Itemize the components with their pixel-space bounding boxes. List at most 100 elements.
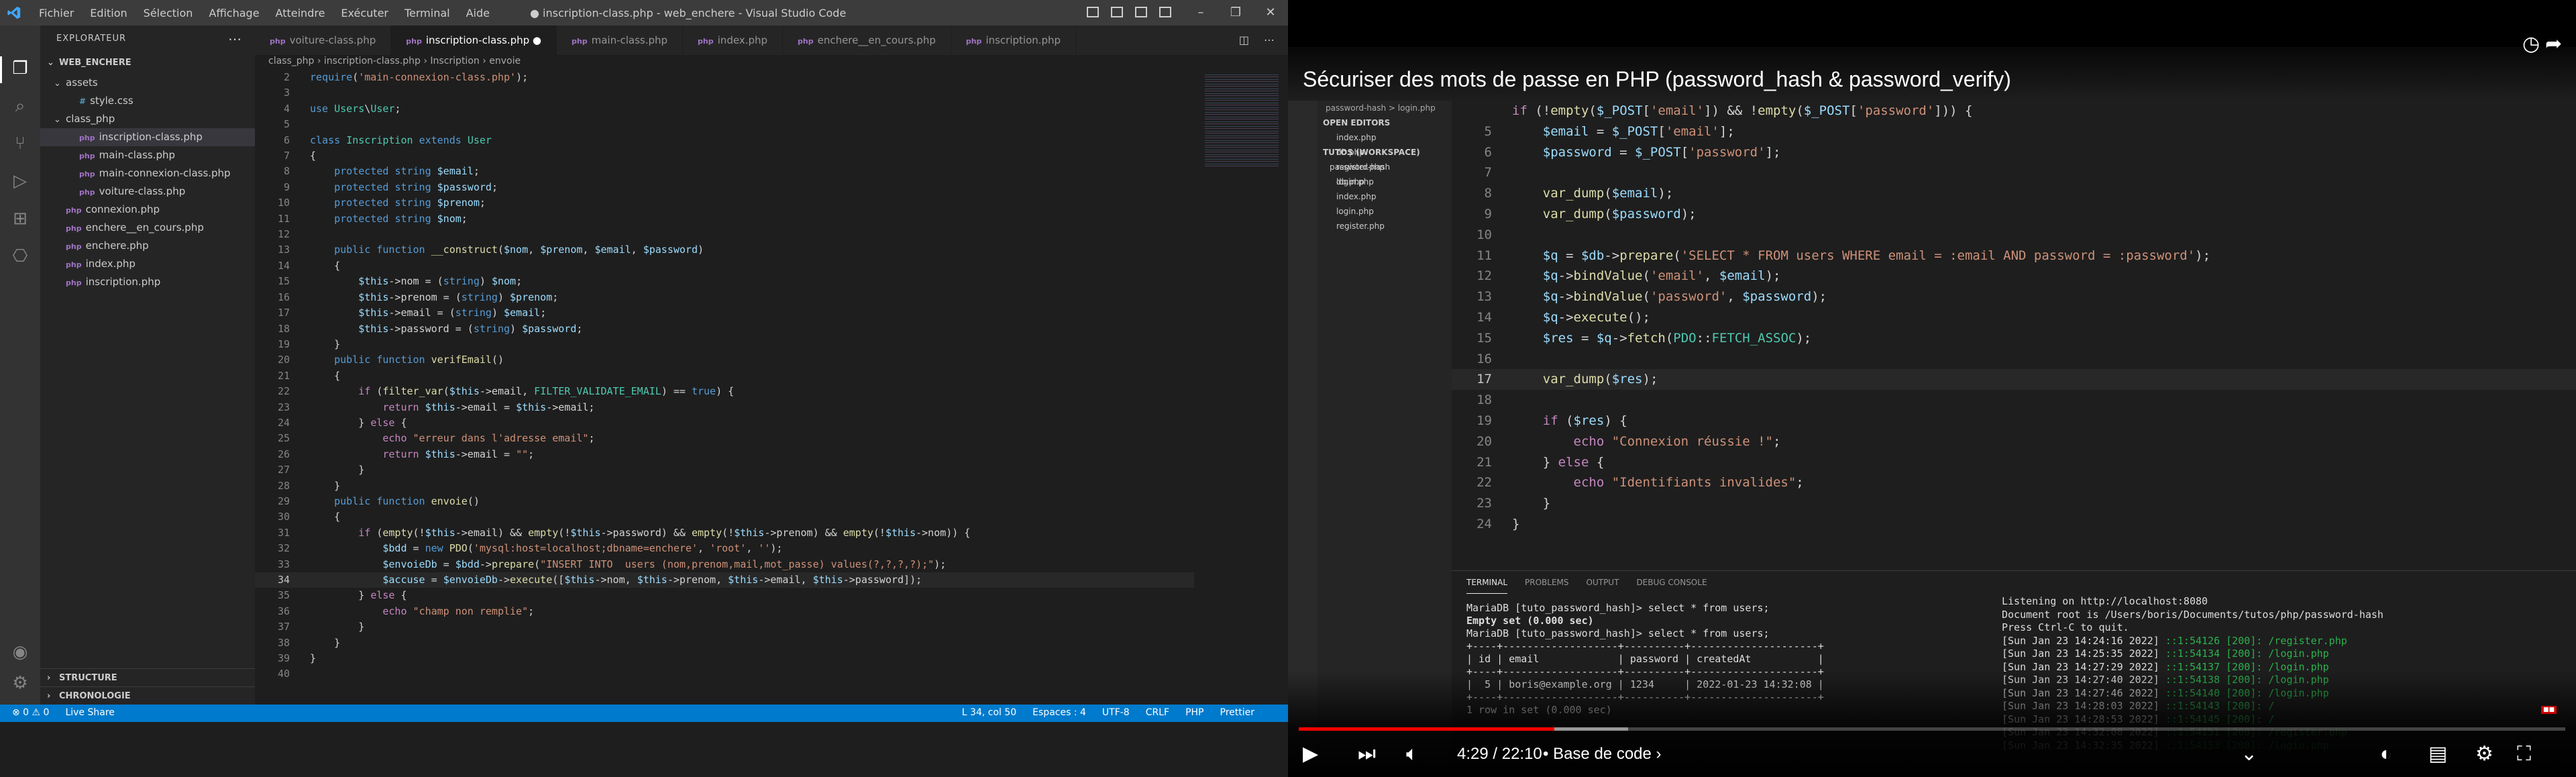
restore-icon[interactable]: ❐ <box>1218 0 1253 25</box>
subtitles-icon[interactable]: ▤ <box>2428 742 2447 766</box>
editor-tab[interactable]: php voiture-class.php <box>255 25 392 55</box>
play-icon[interactable]: ▶ <box>1303 742 1318 766</box>
editor-tab[interactable]: php enchere__en_cours.php <box>783 25 951 55</box>
unsaved-dot-icon[interactable]: ● <box>529 34 541 46</box>
manage-gear-icon[interactable]: ⚙ <box>11 674 30 692</box>
source-control-icon[interactable]: ⑂ <box>11 134 30 153</box>
tree-file[interactable]: php index.php <box>40 255 255 273</box>
progress-bar[interactable] <box>1299 727 2565 731</box>
tree-file[interactable]: php enchere__en_cours.php <box>40 219 255 237</box>
customize-layout-icon[interactable] <box>1159 7 1171 17</box>
menu-item[interactable]: Affichage <box>201 0 267 25</box>
editor-area: php voiture-class.php php inscription-class… <box>255 25 1288 705</box>
editor-tab[interactable]: php inscription-class.php ● <box>391 25 557 55</box>
menu-item[interactable]: Atteindre <box>268 0 333 25</box>
tree-item-label: class_php <box>66 113 115 125</box>
toggle-sidebar-icon[interactable] <box>1087 7 1099 17</box>
line-number: 39 <box>277 652 290 665</box>
timeline-section[interactable]: › CHRONOLOGIE <box>40 686 255 705</box>
tree-file[interactable]: php enchere.php <box>40 237 255 255</box>
search-icon[interactable]: ⌕ <box>11 97 30 115</box>
expand-chevron-icon[interactable]: ⌄ <box>2241 742 2257 766</box>
menu-item[interactable]: Edition <box>82 0 135 25</box>
php-file-icon: php <box>66 278 82 287</box>
tree-folder[interactable]: ⌄ assets <box>40 74 255 92</box>
more-actions-icon[interactable]: ⋯ <box>228 31 241 47</box>
line-number: 27 <box>277 464 290 476</box>
status-item[interactable]: Espaces : 4 <box>1032 707 1086 718</box>
tree-file[interactable]: # style.css <box>40 92 255 110</box>
next-icon[interactable]: ⏭ <box>1358 742 1376 766</box>
tree-file[interactable]: php inscription.php <box>40 273 255 291</box>
line-number <box>1452 101 1512 121</box>
settings-gear-icon[interactable]: ⚙ <box>2475 742 2493 766</box>
line-text: $q = $db->prepare('SELECT * FROM users W… <box>1542 248 2211 263</box>
tree-file[interactable]: php connexion.php <box>40 201 255 219</box>
menu-item[interactable]: Fichier <box>31 0 82 25</box>
video-title[interactable]: Sécuriser des mots de passe en PHP (pass… <box>1303 67 2011 92</box>
fullscreen-icon[interactable]: ⛶ <box>2517 742 2531 766</box>
editor-tab[interactable]: php index.php <box>683 25 783 55</box>
volume-icon[interactable]: 🔈︎ <box>1406 742 1418 766</box>
line-number: 19 <box>277 338 290 350</box>
line-number: 8 <box>1484 186 1492 201</box>
menu-item[interactable]: Aide <box>458 0 498 25</box>
editor-tab[interactable]: php main-class.php <box>557 25 684 55</box>
chapter-title[interactable]: • Base de code › <box>1543 745 1662 764</box>
breadcrumb-item[interactable]: class_php <box>268 56 314 66</box>
line-number: 15 <box>1477 330 1492 346</box>
tree-item-label: assets <box>66 76 98 89</box>
extensions-icon[interactable]: ⊞ <box>11 209 30 228</box>
code-line: 24 } else { <box>255 415 1194 431</box>
toggle-panel-icon[interactable] <box>1111 7 1123 17</box>
status-item[interactable]: Prettier <box>1220 707 1255 718</box>
more-actions-icon[interactable]: ⋯ <box>1264 34 1275 46</box>
minimize-icon[interactable]: – <box>1183 0 1218 25</box>
autoplay-toggle[interactable]: ◐ <box>2380 742 2392 766</box>
tree-file[interactable]: php main-connexion-class.php <box>40 164 255 183</box>
status-item[interactable]: UTF-8 <box>1102 707 1130 718</box>
status-item[interactable]: CRLF <box>1146 707 1169 718</box>
tree-file[interactable]: php main-class.php <box>40 146 255 164</box>
menu-item[interactable]: Terminal <box>396 0 458 25</box>
status-item[interactable]: Live Share <box>65 707 114 718</box>
video-player[interactable]: password-hash > login.php OPEN EDITORS i… <box>1288 0 2576 777</box>
status-item[interactable]: L 34, col 50 <box>962 707 1016 718</box>
toggle-secondary-sidebar-icon[interactable] <box>1135 7 1147 17</box>
chevron-down-icon: ⌄ <box>47 58 54 68</box>
run-debug-icon[interactable]: ▷ <box>11 172 30 191</box>
share-icon[interactable]: ➦ <box>2545 32 2562 56</box>
editor-tab[interactable]: php inscription.php <box>951 25 1077 55</box>
tree-file[interactable]: php inscription-class.php <box>40 128 255 146</box>
tree-file[interactable]: php voiture-class.php <box>40 183 255 201</box>
status-item[interactable]: PHP <box>1185 707 1203 718</box>
breadcrumb-item[interactable]: Inscription <box>430 56 479 66</box>
tree-folder[interactable]: ⌄ class_php <box>40 110 255 128</box>
tree-item-label: inscription-class.php <box>99 131 203 143</box>
tab-label: main-class.php <box>591 34 668 46</box>
player-controls: ▶ ⏭ 🔈︎ 4:29 / 22:10 • Base de code › ⌄ ◐… <box>1288 738 2576 772</box>
minimap[interactable] <box>1205 72 1279 166</box>
menu-item[interactable]: Exécuter <box>333 0 396 25</box>
inner-file: register.php <box>1336 221 1385 231</box>
remote-explorer-icon[interactable]: ⎔ <box>11 247 30 266</box>
workspace-folder[interactable]: ⌄ WEB_ENCHERE <box>40 54 255 74</box>
account-icon[interactable]: ◉ <box>11 643 30 662</box>
breadcrumb-item[interactable]: envoie <box>489 56 521 66</box>
status-item[interactable]: ⊗ 0 ⚠ 0 <box>12 707 49 718</box>
breadcrumb-item[interactable]: inscription-class.php <box>324 56 421 66</box>
watch-later-clock-icon[interactable]: ◷ <box>2522 32 2540 56</box>
explorer-icon[interactable]: ❐ <box>11 59 30 78</box>
line-number: 7 <box>1484 165 1492 180</box>
line-number: 23 <box>277 401 290 413</box>
close-window-icon[interactable]: ✕ <box>1253 0 1288 25</box>
line-text: echo "Identifiants invalides"; <box>1573 475 1804 490</box>
split-editor-icon[interactable]: ◫ <box>1239 34 1249 46</box>
inner-file: login.php <box>1336 207 1374 216</box>
menu-item[interactable]: Sélection <box>136 0 201 25</box>
code-editor[interactable]: 2 require('main-connexion-class.php'); 3 4 u… <box>255 70 1194 682</box>
structure-section[interactable]: › STRUCTURE <box>40 668 255 686</box>
code-line: 16 $this->prenom = (string) $prenom; <box>255 290 1194 305</box>
status-bar: ⊗ 0 ⚠ 0 Live Share L 34, col 50 Espaces : … <box>0 705 1288 722</box>
php-file-icon: php <box>79 152 95 160</box>
